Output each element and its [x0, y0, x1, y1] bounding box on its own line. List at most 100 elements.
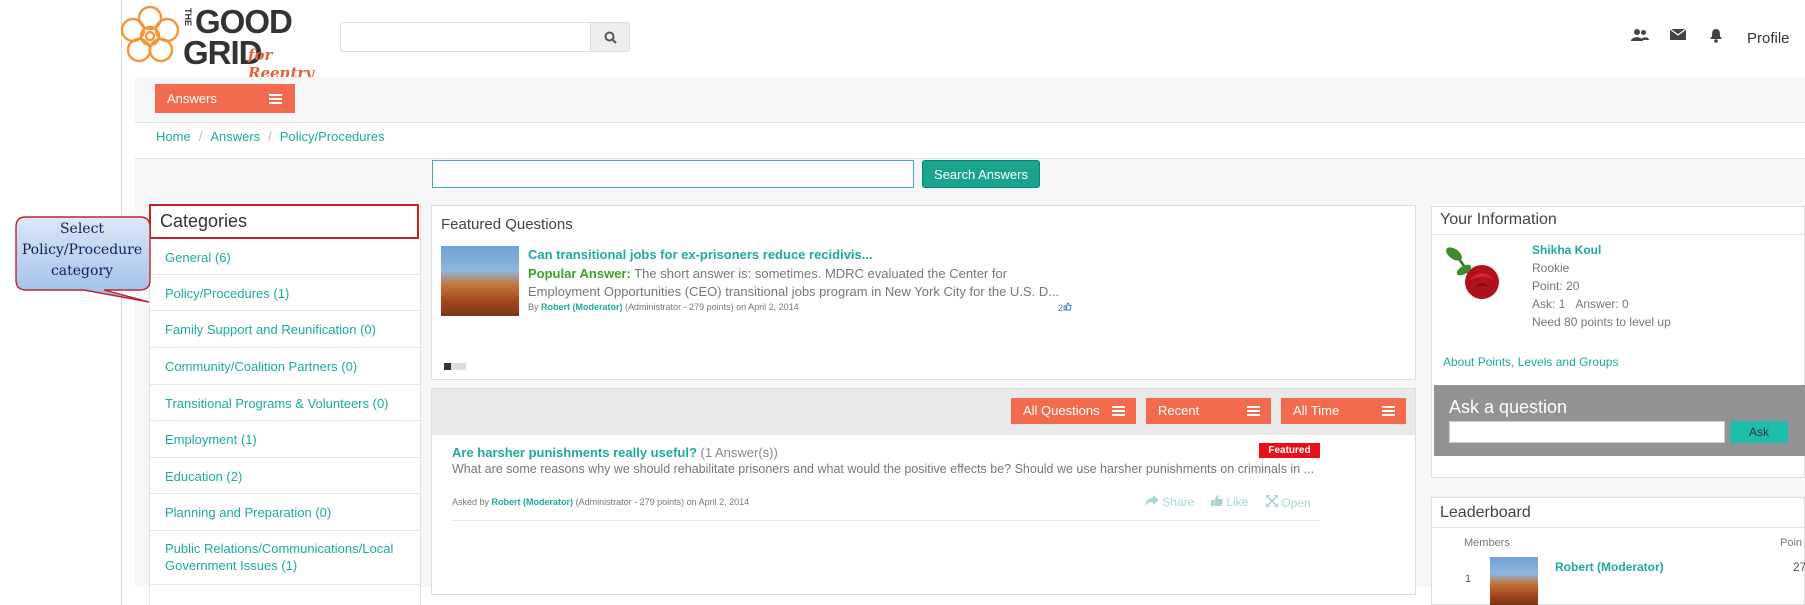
categories-title: Categories	[149, 204, 419, 239]
leaderboard-rank: 1	[1465, 573, 1472, 585]
byline-user-link[interactable]: Robert (Moderator)	[541, 302, 623, 312]
logo-the: THE	[183, 8, 193, 26]
breadcrumb-home[interactable]: Home	[156, 129, 191, 144]
expand-icon	[1266, 495, 1278, 507]
user-ask-count: Ask: 1	[1532, 297, 1566, 311]
hamburger-icon	[1382, 406, 1395, 416]
open-button[interactable]: Open	[1266, 495, 1311, 510]
callout-line-3: category	[50, 263, 114, 279]
question-divider	[452, 520, 1320, 521]
user-points: Point: 20	[1532, 279, 1580, 293]
leaderboard-points-header: Poin	[1780, 537, 1803, 549]
answers-search-input[interactable]	[432, 160, 914, 188]
answers-menu-button[interactable]: Answers	[155, 84, 295, 113]
filter-recent-label: Recent	[1158, 403, 1200, 418]
callout-line-1: Select	[59, 221, 105, 237]
byline-prefix: By	[528, 302, 539, 312]
your-information-title: Your Information	[1440, 211, 1557, 228]
featured-popular-answer: Popular Answer: The short answer is: som…	[528, 265, 1068, 301]
profile-link[interactable]: Profile	[1747, 30, 1790, 47]
site-search-button[interactable]	[590, 23, 629, 51]
category-policy-procedures[interactable]: Policy/Procedures (1)	[150, 275, 420, 311]
share-button[interactable]: Share	[1145, 495, 1194, 509]
divider	[1432, 234, 1805, 235]
search-answers-button[interactable]: Search Answers	[922, 160, 1040, 188]
filter-recent[interactable]: Recent	[1146, 398, 1271, 424]
question-title[interactable]: Are harsher punishments really useful? (…	[452, 445, 778, 460]
flower-logo-icon	[120, 5, 180, 63]
user-avatar	[1446, 247, 1499, 299]
thumbs-up-icon	[1063, 302, 1072, 311]
asked-role: (Administrator - 279 points)	[575, 497, 685, 507]
ask-question-input[interactable]	[1449, 421, 1725, 443]
featured-likes[interactable]: 2	[1058, 302, 1072, 313]
categories-panel: General (6) Policy/Procedures (1) Family…	[149, 204, 421, 605]
callout-text: Select Policy/Procedure category	[14, 219, 150, 282]
featured-question-link[interactable]: Can transitional jobs for ex-prisoners r…	[528, 247, 873, 262]
byline-role: (Administrator - 279 points)	[625, 302, 734, 312]
category-employment[interactable]: Employment (1)	[150, 421, 420, 458]
like-button[interactable]: Like	[1211, 495, 1248, 509]
envelope-icon[interactable]	[1669, 28, 1687, 46]
filter-all-questions[interactable]: All Questions	[1011, 398, 1136, 424]
site-search-input[interactable]	[341, 23, 591, 51]
category-public-relations[interactable]: Public Relations/Communications/Local Go…	[150, 531, 420, 585]
divider	[1432, 527, 1805, 528]
filter-all-time[interactable]: All Time	[1281, 398, 1406, 424]
filter-all-time-label: All Time	[1293, 403, 1340, 418]
open-label: Open	[1281, 496, 1311, 510]
ask-question-title: Ask a question	[1449, 397, 1568, 417]
share-label: Share	[1162, 495, 1195, 509]
breadcrumb: Home / Answers / Policy/Procedures	[156, 129, 385, 144]
asked-date: on April 2, 2014	[686, 497, 750, 507]
question-answer-count: (1 Answer(s))	[700, 445, 778, 460]
hamburger-icon	[269, 94, 282, 104]
category-transitional-programs[interactable]: Transitional Programs & Volunteers (0)	[150, 385, 420, 421]
breadcrumb-answers[interactable]: Answers	[210, 129, 260, 144]
category-legal-services[interactable]: Legal Services (0)	[150, 585, 420, 605]
thumbs-up-icon	[1211, 495, 1223, 506]
user-stats: Ask: 1 Answer: 0	[1532, 297, 1629, 311]
leaderboard-avatar	[1490, 557, 1538, 605]
about-points-link[interactable]: About Points, Levels and Groups	[1443, 355, 1618, 369]
category-general[interactable]: General (6)	[150, 239, 420, 275]
hamburger-icon	[1112, 406, 1125, 416]
share-icon	[1145, 495, 1159, 506]
leaderboard-points: 27	[1793, 560, 1805, 574]
site-search	[340, 22, 630, 52]
featured-title: Featured Questions	[441, 216, 573, 233]
user-answer-count: Answer: 0	[1575, 297, 1629, 311]
featured-badge: Featured	[1259, 443, 1320, 458]
user-level: Rookie	[1532, 261, 1570, 275]
question-meta: Asked by Robert (Moderator) (Administrat…	[452, 497, 749, 507]
search-icon	[604, 31, 617, 44]
users-icon[interactable]	[1631, 28, 1649, 47]
filter-all-questions-label: All Questions	[1023, 403, 1100, 418]
featured-byline: By Robert (Moderator) (Administrator - 2…	[528, 302, 799, 312]
asked-user-link[interactable]: Robert (Moderator)	[492, 497, 574, 507]
asked-prefix: Asked by	[452, 497, 490, 507]
category-community-partners[interactable]: Community/Coalition Partners (0)	[150, 348, 420, 385]
byline-date: on April 2, 2014	[736, 302, 799, 312]
bell-icon[interactable]	[1709, 28, 1723, 48]
featured-question-thumbnail	[441, 246, 519, 316]
carousel-indicator[interactable]	[444, 363, 466, 370]
leaderboard-title: Leaderboard	[1440, 504, 1531, 521]
answers-menu-label: Answers	[167, 91, 217, 106]
user-level-progress: Need 80 points to level up	[1532, 315, 1671, 329]
like-label: Like	[1226, 495, 1249, 509]
leaderboard-members-header: Members	[1464, 537, 1510, 549]
breadcrumb-current[interactable]: Policy/Procedures	[280, 129, 385, 144]
category-education[interactable]: Education (2)	[150, 458, 420, 494]
question-excerpt: What are some reasons why we should reha…	[452, 462, 1315, 476]
breadcrumb-bar	[135, 122, 1805, 159]
category-planning[interactable]: Planning and Preparation (0)	[150, 494, 420, 531]
user-name-link[interactable]: Shikha Koul	[1532, 243, 1601, 257]
popular-answer-label: Popular Answer:	[528, 266, 631, 281]
site-logo[interactable]: THE GOOD GRID for Reentry	[117, 4, 327, 82]
ask-button[interactable]: Ask	[1730, 421, 1788, 443]
category-family-support[interactable]: Family Support and Reunification (0)	[150, 311, 420, 348]
hamburger-icon	[1247, 406, 1260, 416]
question-title-text[interactable]: Are harsher punishments really useful?	[452, 445, 697, 460]
leaderboard-member-link[interactable]: Robert (Moderator)	[1555, 560, 1664, 574]
